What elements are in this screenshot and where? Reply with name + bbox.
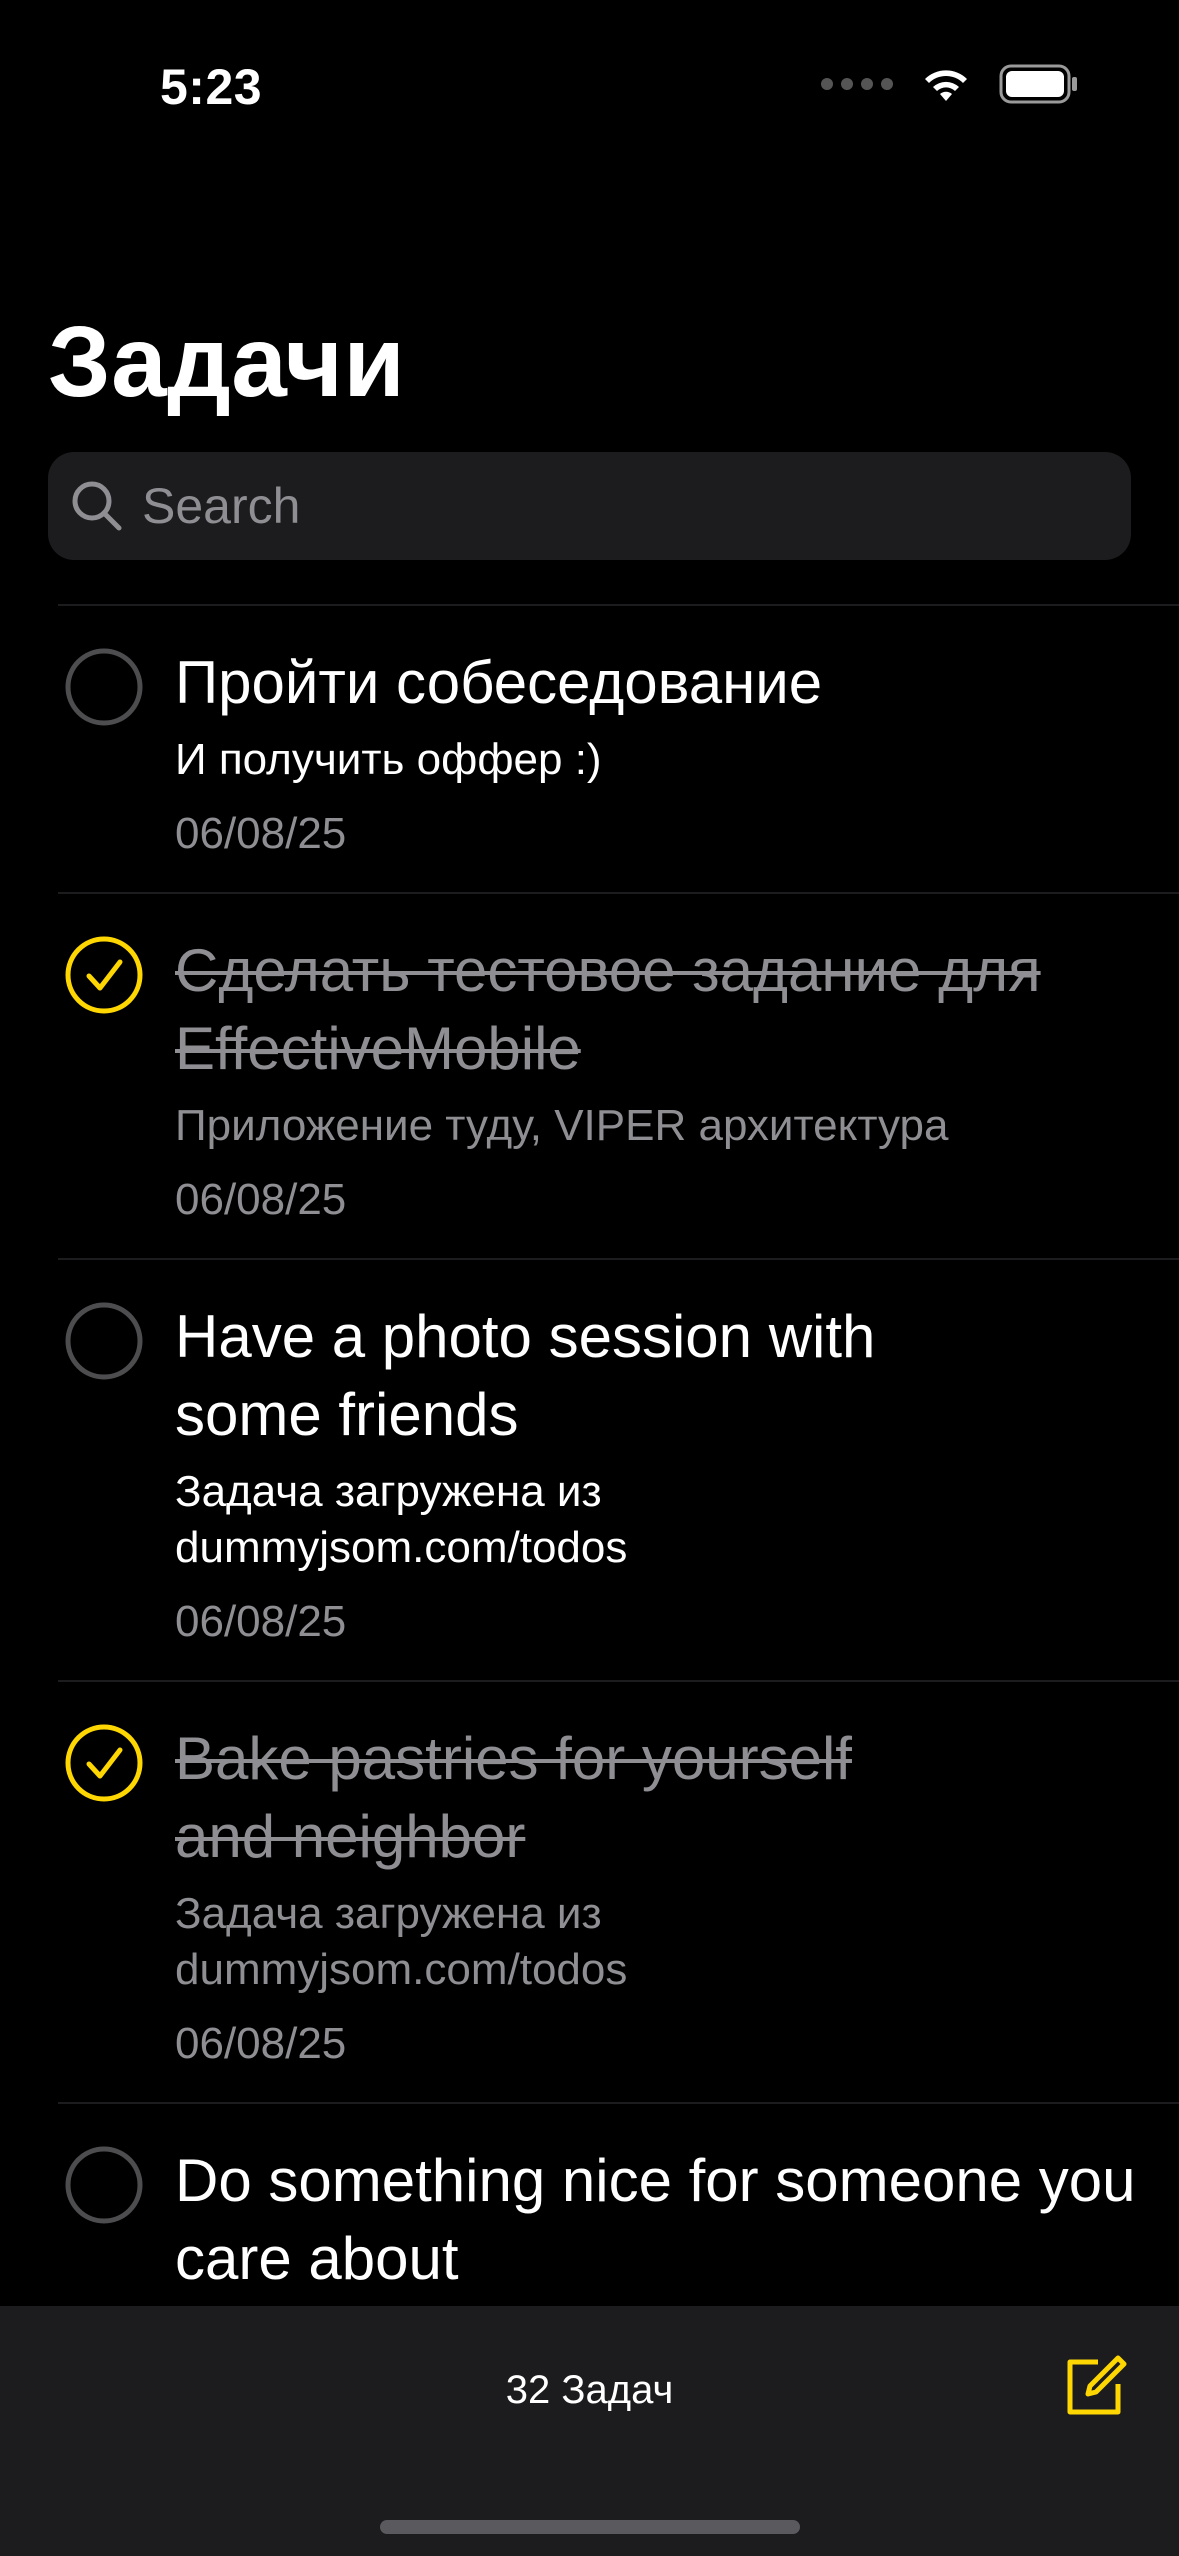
search-input[interactable] [142,477,1042,535]
task-date: 06/08/25 [175,809,347,858]
task-title: Do something nice for someone you care a… [175,2147,1136,2292]
task-item[interactable]: Сделать тестовое задание для EffectiveMo… [58,892,1179,1258]
task-title: Bake pastries for yourself and neighbor [175,1725,852,1870]
task-description: Задача загружена из dummyjsom.com/todos [175,1467,628,1572]
unchecked-circle-icon[interactable] [65,2146,143,2224]
wifi-icon [925,70,967,101]
task-date: 06/08/25 [175,1175,347,1224]
bottom-toolbar: 32 Задач [0,2306,1179,2556]
task-title: Have a photo session with some friends [175,1303,876,1448]
task-description: Задача загружена из dummyjsom.com/todos [175,1889,628,1994]
page-title: Задачи [48,306,406,418]
signal-dots-icon [821,78,893,90]
task-date: 06/08/25 [175,2019,347,2068]
battery-icon [999,64,1077,104]
status-time: 5:23 [160,59,263,115]
task-description: И получить оффер :) [175,735,602,784]
task-date: 06/08/25 [175,1597,347,1646]
compose-icon[interactable] [1060,2350,1130,2420]
task-item[interactable]: Пройти собеседование И получить оффер :)… [58,604,1179,892]
task-description: Приложение туду, VIPER архитектура [175,1101,949,1150]
home-indicator [380,2520,800,2534]
search-icon [72,481,122,531]
status-icons [821,64,1079,104]
checked-circle-icon[interactable] [65,1724,143,1802]
checked-circle-icon[interactable] [65,936,143,1014]
unchecked-circle-icon[interactable] [65,648,143,726]
task-list: Пройти собеседование И получить оффер :)… [0,604,1179,2346]
task-item[interactable]: Bake pastries for yourself and neighbor … [58,1680,1179,2102]
task-title: Пройти собеседование [175,649,823,716]
search-bar[interactable] [48,452,1131,560]
task-title: Сделать тестовое задание для EffectiveMo… [175,937,1041,1082]
task-count-label: 32 Задач [505,2368,674,2412]
unchecked-circle-icon[interactable] [65,1302,143,1380]
task-item[interactable]: Have a photo session with some friends З… [58,1258,1179,1680]
